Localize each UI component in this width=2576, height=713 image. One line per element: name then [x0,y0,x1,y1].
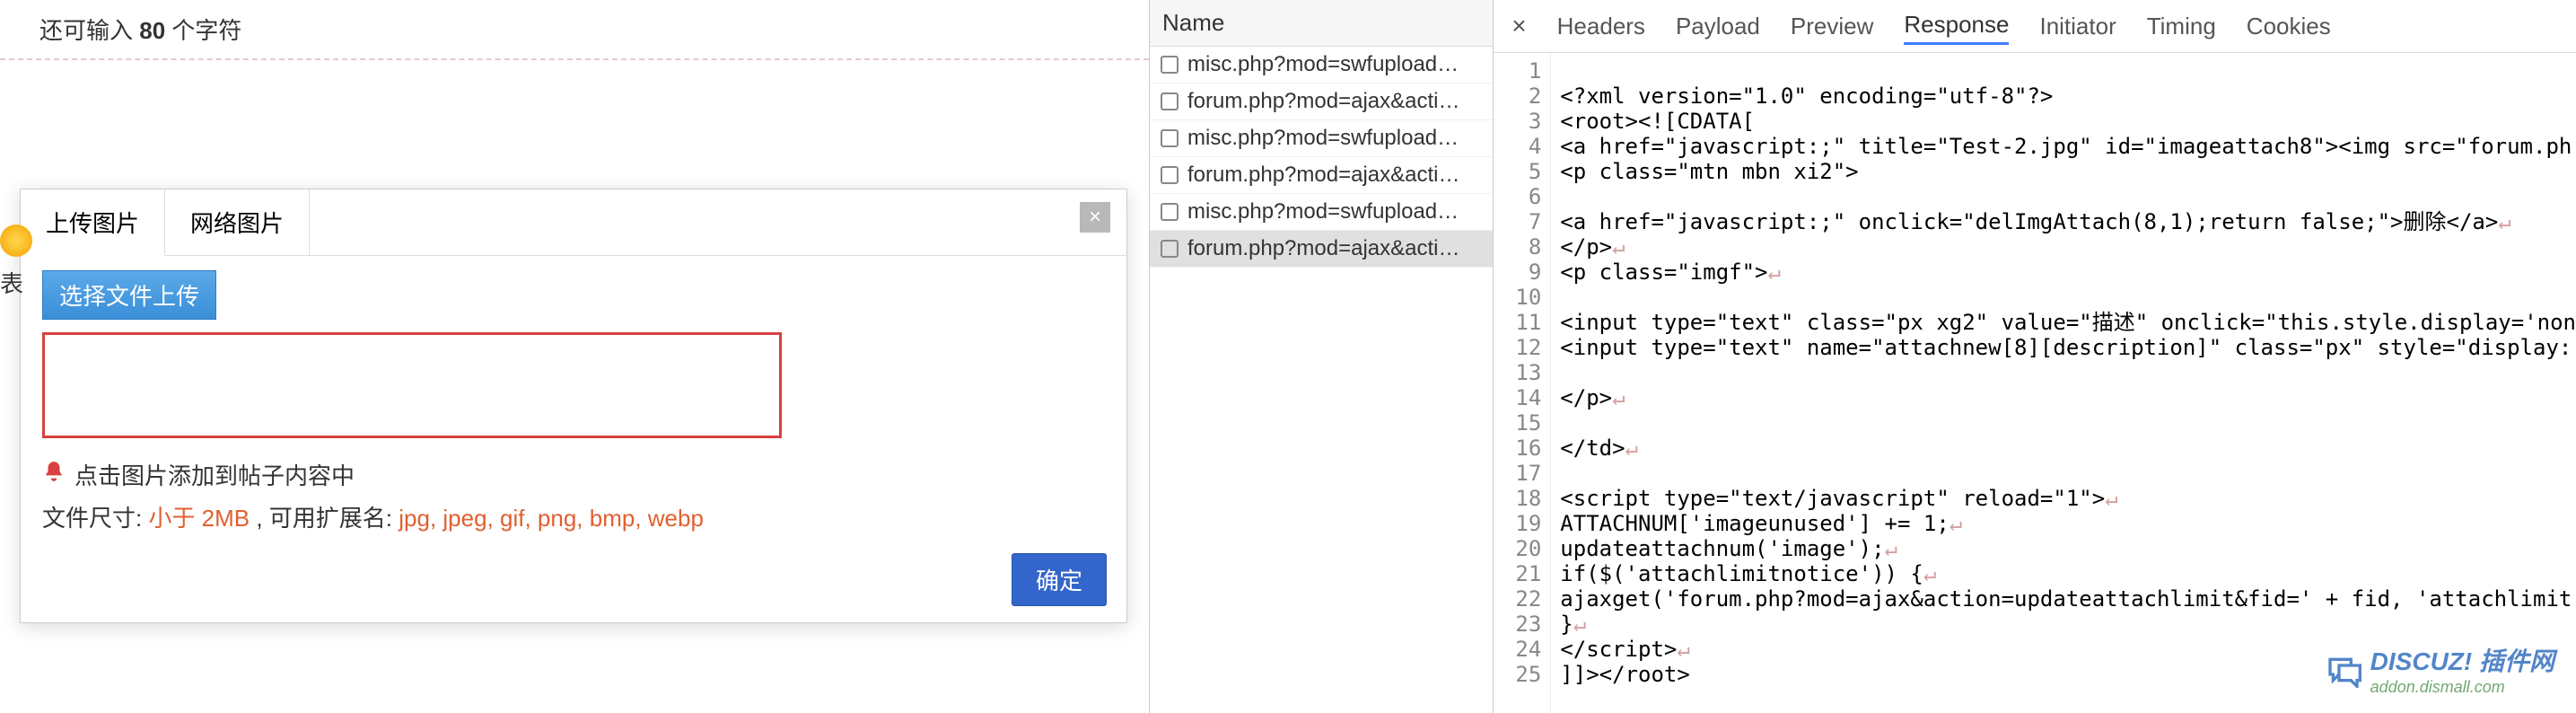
code-line: <root><![CDATA[ [1560,109,2576,134]
side-label: 表 [0,266,23,299]
select-file-button[interactable]: 选择文件上传 [42,270,216,320]
dialog-tabs: 上传图片 网络图片 × [21,189,1126,256]
name-column-header[interactable]: Name [1150,0,1493,47]
request-name: misc.php?mod=swfupload… [1187,199,1459,224]
upload-dropzone[interactable] [42,332,782,438]
checkbox-icon[interactable] [1161,56,1178,74]
response-tabs: × Headers Payload Preview Response Initiator… [1494,0,2576,53]
request-name: forum.php?mod=ajax&acti… [1187,163,1460,188]
upload-dialog: 上传图片 网络图片 × 选择文件上传 点击图片添加到帖子内容中 文件尺寸: 小于… [20,189,1127,623]
bell-icon [42,460,66,489]
code-line: <input type="text" name="attachnew[8][de… [1560,335,2576,360]
watermark: DISCUZ! 插件网 addon.dismall.com [2326,642,2554,697]
request-name: forum.php?mod=ajax&acti… [1187,236,1460,261]
code-line [1560,410,2576,436]
network-items: misc.php?mod=swfupload… forum.php?mod=aja… [1150,47,1493,713]
ext-value: jpg, jpeg, gif, png, bmp, webp [399,505,704,532]
file-size-value: 小于 2MB [148,505,250,532]
checkbox-icon[interactable] [1161,166,1178,184]
checkbox-icon[interactable] [1161,240,1178,258]
checkbox-icon[interactable] [1161,129,1178,147]
code-line: ATTACHNUM['imageunused'] += 1;↵ [1560,511,2576,536]
code-line [1560,58,2576,84]
file-info: 文件尺寸: 小于 2MB , 可用扩展名: jpg, jpeg, gif, pn… [42,500,1105,533]
network-request-list: Name misc.php?mod=swfupload… forum.php?mo… [1150,0,1494,713]
code-line: <a href="javascript:;" title="Test-2.jpg… [1560,134,2576,159]
char-counter: 还可输入 80 个字符 [0,0,1149,60]
code-line: updateattachnum('image');↵ [1560,536,2576,561]
code-line: ajaxget('forum.php?mod=ajax&action=updat… [1560,586,2576,612]
watermark-text: DISCUZ! 插件网 addon.dismall.com [2370,642,2554,697]
code-line: if($('attachlimitnotice')) {↵ [1560,561,2576,586]
network-request-item[interactable]: misc.php?mod=swfupload… [1150,47,1493,84]
emoji-icon[interactable] [0,224,32,257]
checkbox-icon[interactable] [1161,92,1178,110]
tab-response[interactable]: Response [1904,7,2009,45]
network-request-item[interactable]: forum.php?mod=ajax&acti… [1150,231,1493,268]
checkbox-icon[interactable] [1161,203,1178,221]
tab-headers[interactable]: Headers [1557,9,1645,44]
char-counter-prefix: 还可输入 [39,17,139,44]
code-line: <p class="imgf">↵ [1560,260,2576,285]
code-line [1560,461,2576,486]
code-line: }↵ [1560,612,2576,637]
tab-timing[interactable]: Timing [2147,9,2216,44]
editor-pane: 还可输入 80 个字符 表 上传图片 网络图片 × 选择文件上传 点击图片添加到… [0,0,1149,713]
dialog-body: 选择文件上传 点击图片添加到帖子内容中 文件尺寸: 小于 2MB , 可用扩展名… [21,256,1126,553]
network-request-item[interactable]: misc.php?mod=swfupload… [1150,120,1493,157]
close-response-icon[interactable]: × [1511,12,1526,40]
file-size-label: 文件尺寸: [42,505,148,532]
tab-network-image[interactable]: 网络图片 [165,189,310,255]
code-line [1560,184,2576,209]
network-request-item[interactable]: forum.php?mod=ajax&acti… [1150,157,1493,194]
code-lines: <?xml version="1.0" encoding="utf-8"?><r… [1551,53,2576,713]
request-name: forum.php?mod=ajax&acti… [1187,89,1460,114]
code-line: </p>↵ [1560,385,2576,410]
code-line [1560,285,2576,310]
code-line: <script type="text/javascript" reload="1… [1560,486,2576,511]
watermark-url: addon.dismall.com [2370,678,2554,697]
code-line: <input type="text" class="px xg2" value=… [1560,310,2576,335]
confirm-button[interactable]: 确定 [1012,553,1107,606]
tab-initiator[interactable]: Initiator [2039,9,2116,44]
line-gutter: 1234567891011121314151617181920212223242… [1494,53,1551,713]
code-line: <?xml version="1.0" encoding="utf-8"?> [1560,84,2576,109]
code-line: <p class="mtn mbn xi2"> [1560,159,2576,184]
dialog-footer: 确定 [21,553,1126,622]
ext-label: , 可用扩展名: [250,505,399,532]
request-name: misc.php?mod=swfupload… [1187,126,1459,151]
response-pane: × Headers Payload Preview Response Initiator… [1494,0,2576,713]
tab-preview[interactable]: Preview [1791,9,1873,44]
chat-icon [2326,652,2361,688]
char-count: 80 [139,17,165,44]
network-request-item[interactable]: forum.php?mod=ajax&acti… [1150,84,1493,120]
code-line [1560,360,2576,385]
code-line: </p>↵ [1560,234,2576,260]
tab-upload-image[interactable]: 上传图片 [21,189,165,256]
network-request-item[interactable]: misc.php?mod=swfupload… [1150,194,1493,231]
close-icon[interactable]: × [1080,202,1110,233]
code-line: </td>↵ [1560,436,2576,461]
code-line: <a href="javascript:;" onclick="delImgAt… [1560,209,2576,234]
tab-cookies[interactable]: Cookies [2247,9,2331,44]
request-name: misc.php?mod=swfupload… [1187,52,1459,77]
hint-text: 点击图片添加到帖子内容中 [74,458,355,491]
tab-payload[interactable]: Payload [1676,9,1760,44]
hint-row: 点击图片添加到帖子内容中 [42,458,1105,491]
watermark-title: DISCUZ! 插件网 [2370,642,2554,678]
devtools-pane: Name misc.php?mod=swfupload… forum.php?mo… [1149,0,2576,713]
char-counter-suffix: 个字符 [165,17,241,44]
response-code-view[interactable]: 1234567891011121314151617181920212223242… [1494,53,2576,713]
